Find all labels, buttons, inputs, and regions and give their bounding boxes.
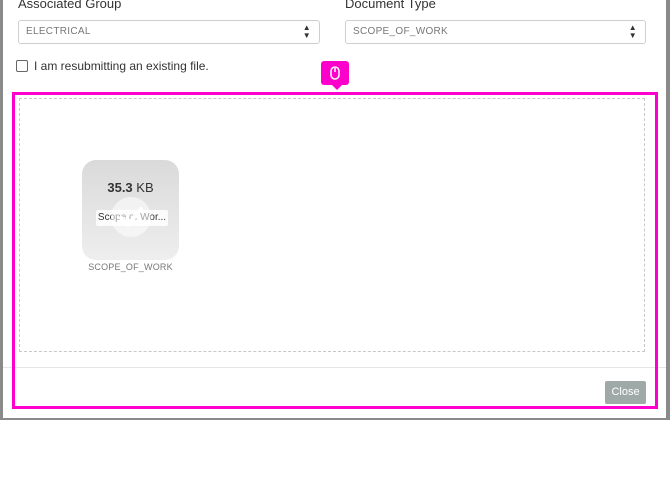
select-arrows-icon: ▲ ▼ [302, 23, 311, 40]
resubmit-checkbox[interactable] [16, 60, 28, 72]
document-type-label: Document Type [345, 0, 436, 11]
document-type-select[interactable]: SCOPE_OF_WORK ▲ ▼ [345, 20, 646, 44]
associated-group-value: ELECTRICAL [26, 26, 91, 37]
mouse-icon [321, 61, 349, 90]
resubmit-label: I am resubmitting an existing file. [34, 59, 209, 73]
select-arrows-icon: ▲ ▼ [628, 23, 637, 40]
resubmit-row[interactable]: I am resubmitting an existing file. [16, 59, 209, 73]
document-type-value: SCOPE_OF_WORK [353, 26, 449, 37]
associated-group-select[interactable]: ELECTRICAL ▲ ▼ [18, 20, 320, 44]
associated-group-label: Associated Group [18, 0, 122, 11]
click-target-highlight [12, 92, 658, 409]
